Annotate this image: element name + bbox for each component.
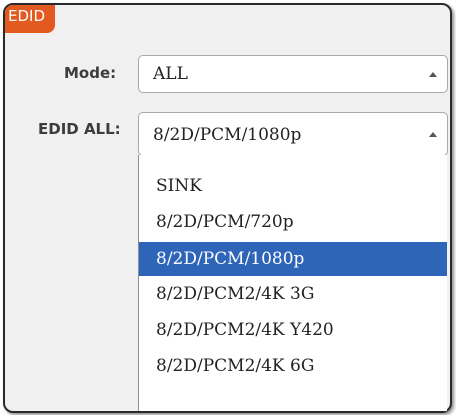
dropdown-option-sink[interactable]: SINK (139, 169, 447, 203)
dropdown-option-4k-y420[interactable]: 8/2D/PCM2/4K Y420 (139, 313, 447, 347)
dropdown-option-1080p[interactable]: 8/2D/PCM/1080p (139, 242, 447, 276)
edid-all-dropdown-list: SINK 8/2D/PCM/720p 8/2D/PCM/1080p 8/2D/P… (138, 155, 447, 411)
dropdown-option-720p[interactable]: 8/2D/PCM/720p (139, 205, 447, 239)
edid-all-select[interactable]: 8/2D/PCM/1080p (138, 112, 448, 156)
panel-title-tab: EDID (5, 5, 55, 33)
edid-all-label: EDID ALL: (38, 120, 121, 138)
dropdown-option-4k-6g[interactable]: 8/2D/PCM2/4K 6G (139, 349, 447, 383)
mode-label: Mode: (64, 64, 117, 82)
chevron-up-icon (429, 72, 437, 77)
dropdown-option-4k-3g[interactable]: 8/2D/PCM2/4K 3G (139, 277, 447, 311)
mode-select-value: ALL (153, 64, 188, 84)
chevron-up-icon (429, 132, 437, 137)
edid-all-select-value: 8/2D/PCM/1080p (153, 125, 302, 145)
mode-select[interactable]: ALL (138, 55, 448, 93)
